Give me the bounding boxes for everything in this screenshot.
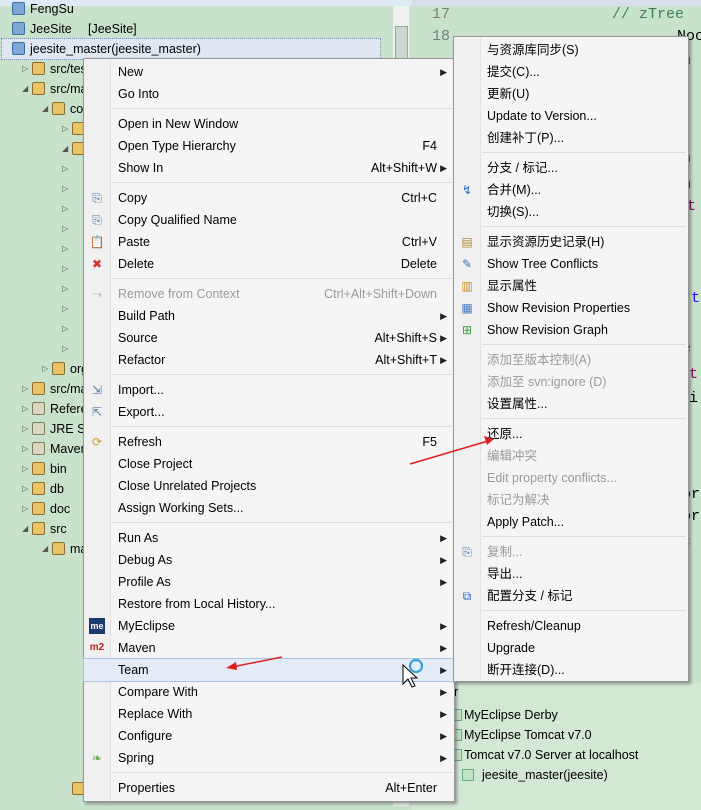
annotation-arrow-revert: [409, 436, 494, 465]
annotation-layer: [226, 436, 494, 688]
mouse-cursor-icon: [402, 658, 424, 688]
annotation-arrow-team: [226, 656, 283, 670]
